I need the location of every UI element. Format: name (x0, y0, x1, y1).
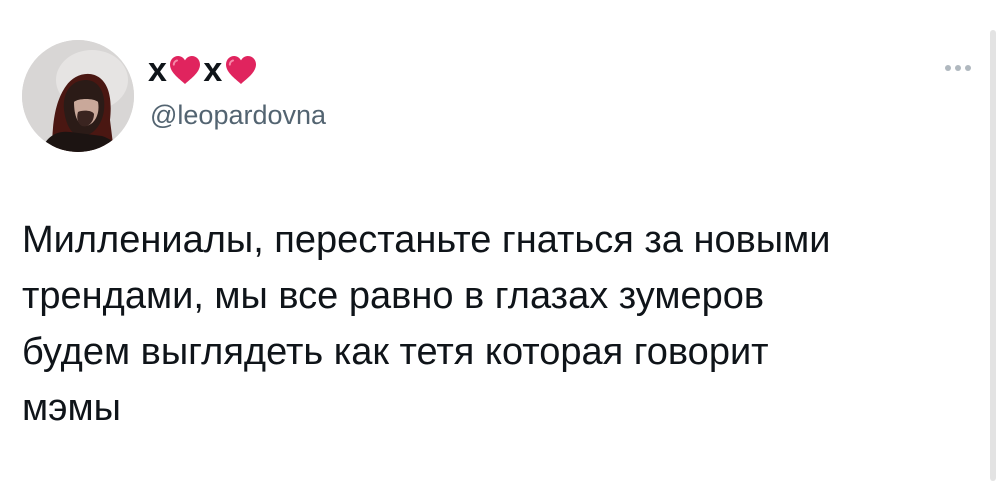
red-heart-icon (224, 54, 258, 86)
red-heart-icon (168, 54, 202, 86)
tweet-text-line: мэмы (22, 387, 121, 429)
display-name-part: x (203, 50, 223, 89)
dot (955, 65, 961, 71)
tweet-text-line: трендами, мы все равно в глазах зумеров (22, 275, 765, 317)
tweet-text-line: будем выглядеть как тетя которая говорит (22, 331, 769, 373)
tweet-card: x x @leopardovna Миллениалы, перестаньте… (0, 0, 1000, 481)
display-name-part: x (148, 50, 168, 89)
avatar[interactable] (22, 40, 134, 152)
dot (965, 65, 971, 71)
scrollbar[interactable] (990, 30, 996, 481)
more-horizontal-icon[interactable] (941, 58, 975, 78)
dot (945, 65, 951, 71)
display-name[interactable]: x x (148, 50, 259, 90)
tweet-text-line: Миллениалы, перестаньте гнаться за новым… (22, 219, 831, 261)
tweet-text: Миллениалы, перестаньте гнаться за новым… (22, 212, 962, 436)
user-handle[interactable]: @leopardovna (150, 100, 326, 131)
